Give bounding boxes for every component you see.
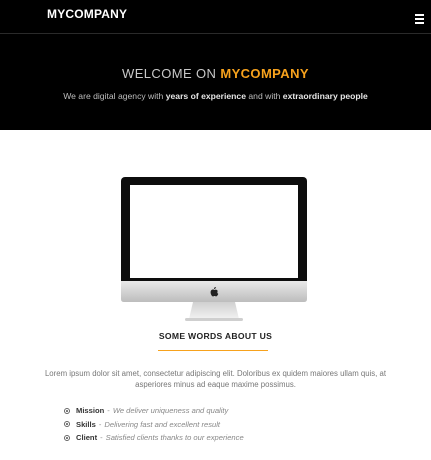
- about-paragraph: Lorem ipsum dolor sit amet, consectetur …: [44, 369, 387, 389]
- feature-name: Client: [76, 433, 98, 443]
- feature-separator: -: [100, 433, 103, 443]
- hero-title-prefix: WELCOME ON: [122, 66, 221, 81]
- circle-bullet-icon: [64, 434, 70, 441]
- circle-bullet-icon: [64, 421, 70, 428]
- hero-title-highlight: MYCOMPANY: [220, 66, 309, 81]
- imac-computer-image: [121, 177, 307, 322]
- title-underline: [158, 350, 268, 351]
- brand-logo[interactable]: MYCOMPANY: [47, 7, 127, 21]
- hero-sub-bold2: extraordinary people: [282, 91, 368, 101]
- feature-separator: -: [98, 419, 102, 429]
- section-title: SOME WORDS ABOUT US: [158, 331, 273, 341]
- circle-bullet-icon: [64, 407, 70, 414]
- hamburger-menu-icon[interactable]: [415, 14, 424, 24]
- hero-section: WELCOME ON MYCOMPANY We are digital agen…: [0, 34, 431, 130]
- features-list: Mission - We deliver uniqueness and qual…: [64, 404, 394, 445]
- list-item: Client - Satisfied clients thanks to our…: [64, 431, 394, 445]
- top-navbar: MYCOMPANY: [0, 0, 431, 34]
- feature-name: Mission: [76, 406, 105, 416]
- list-item: Mission - We deliver uniqueness and qual…: [64, 404, 394, 418]
- hero-sub-part2: and with: [246, 91, 283, 101]
- feature-name: Skills: [76, 419, 96, 429]
- feature-description: Satisfied clients thanks to our experien…: [105, 433, 244, 443]
- feature-description: We deliver uniqueness and quality: [112, 406, 229, 416]
- feature-description: Delivering fast and excellent result: [104, 419, 221, 429]
- hero-title: WELCOME ON MYCOMPANY: [0, 66, 431, 81]
- hero-sub-part1: We are digital agency with: [63, 91, 166, 101]
- list-item: Skills - Delivering fast and excellent r…: [64, 418, 394, 432]
- feature-separator: -: [107, 406, 110, 416]
- hero-sub-bold1: years of experience: [165, 91, 246, 101]
- hero-subtitle: We are digital agency with years of expe…: [0, 91, 431, 101]
